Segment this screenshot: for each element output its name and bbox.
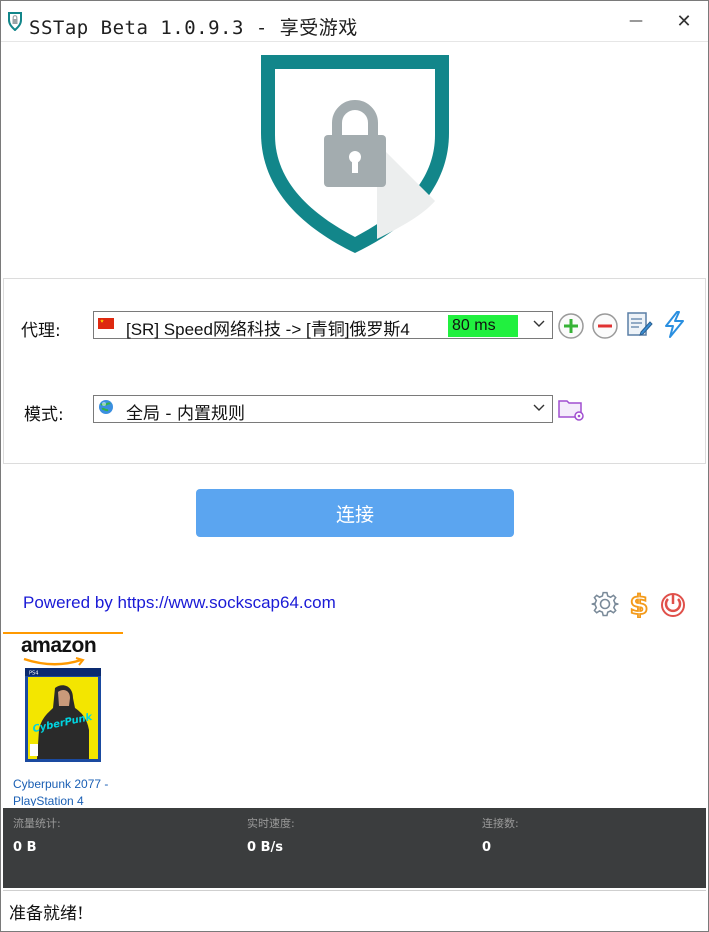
minimize-icon: — [629,13,643,29]
gear-icon[interactable] [591,590,619,618]
proxy-ping-badge: 80 ms [448,315,518,337]
game-cover-image[interactable]: PS4 CyberPunk [25,668,101,762]
stats-bar: 流量统计: 0 B 实时速度: 0 B/s 连接数: 0 [3,808,706,888]
traffic-label: 流量统计: [13,817,61,830]
website-link[interactable]: https://www.sockscap64.com [118,593,336,612]
remove-server-icon[interactable] [591,312,619,340]
window-title: SSTap Beta 1.0.9.3 - 享受游戏 [29,17,358,39]
status-text: 准备就绪! [9,904,84,924]
lightning-test-icon[interactable] [660,310,688,338]
add-server-icon[interactable] [557,312,585,340]
shield-lock-logo [261,55,449,253]
amazon-smile-icon [23,657,85,666]
chevron-down-icon [533,404,545,411]
mode-label: 模式: [24,405,64,425]
minimize-button[interactable]: — [613,5,659,37]
rules-folder-icon[interactable] [557,395,585,423]
mode-select[interactable]: 全局 - 内置规则 [93,395,553,424]
traffic-value: 0 B [13,840,37,855]
proxy-selected-value: [SR] Speed网络科技 -> [青铜]俄罗斯4 [126,320,410,339]
svg-text:$: $ [630,590,649,618]
title-bar[interactable]: SSTap Beta 1.0.9.3 - 享受游戏 — ✕ [1,1,708,41]
amazon-ad[interactable]: amazon PS4 CyberPunk Cyberpunk 2077 - Pl… [3,632,123,806]
settings-panel: 代理: [SR] Speed网络科技 -> [青铜]俄罗斯4 80 ms 模式: [3,278,706,464]
power-icon[interactable] [659,590,687,618]
connect-button[interactable]: 连接 [196,489,514,537]
china-flag-icon [98,318,114,329]
chevron-down-icon [533,320,545,327]
app-shield-icon [8,12,22,31]
speed-value: 0 B/s [247,840,283,855]
mode-selected-value: 全局 - 内置规则 [126,404,245,424]
close-icon: ✕ [676,10,692,32]
proxy-select[interactable]: [SR] Speed网络科技 -> [青铜]俄罗斯4 80 ms [93,311,553,339]
powered-by-prefix: Powered by [23,593,118,612]
powered-by-text: Powered by https://www.sockscap64.com [23,593,336,613]
connections-value: 0 [482,840,492,855]
donate-dollar-icon[interactable]: $ [625,590,653,618]
app-window: SSTap Beta 1.0.9.3 - 享受游戏 — ✕ 代理: [SR] S… [0,0,709,932]
status-bar: 准备就绪! [3,890,706,931]
amazon-logo: amazon [21,634,97,657]
connections-label: 连接数: [482,817,519,830]
svg-text:PS4: PS4 [29,671,38,677]
game-title-link[interactable]: Cyberpunk 2077 - PlayStation 4 [13,776,123,806]
proxy-label: 代理: [21,321,61,341]
edit-server-icon[interactable] [625,310,653,338]
globe-icon [99,400,113,414]
speed-label: 实时速度: [247,817,295,830]
title-separator [1,41,708,42]
close-button[interactable]: ✕ [661,5,707,37]
